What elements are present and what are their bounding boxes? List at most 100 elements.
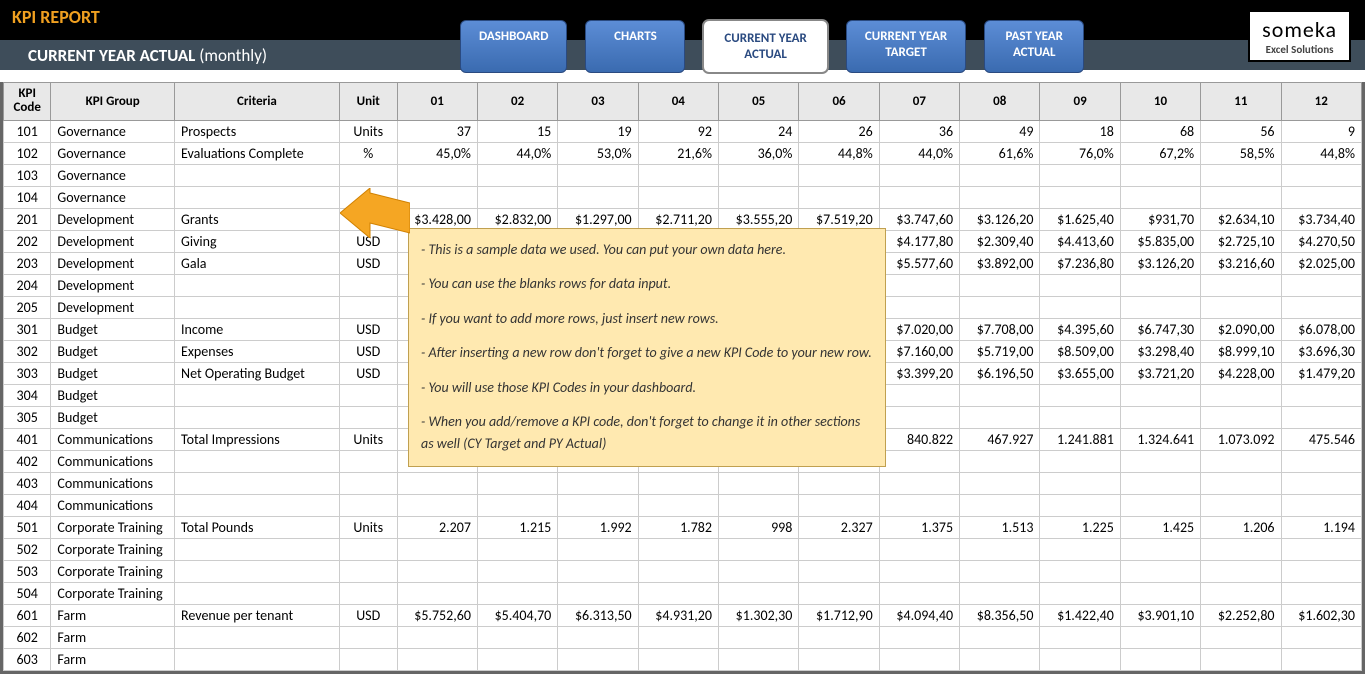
cell[interactable] (1201, 274, 1281, 296)
cell[interactable]: 103 (4, 164, 51, 186)
cell[interactable]: 36 (879, 120, 959, 142)
cell[interactable]: $2.725,10 (1201, 230, 1281, 252)
table-row[interactable]: 502Corporate Training (4, 538, 1362, 560)
cell[interactable]: 21,6% (638, 142, 718, 164)
cell[interactable]: 303 (4, 362, 51, 384)
cell[interactable] (558, 626, 638, 648)
cell[interactable] (719, 164, 799, 186)
cell[interactable] (638, 626, 718, 648)
cell[interactable]: $2.025,00 (1281, 252, 1361, 274)
cell[interactable] (1281, 384, 1361, 406)
cell[interactable]: 53,0% (558, 142, 638, 164)
cell[interactable]: $7.519,20 (799, 208, 879, 230)
cell[interactable] (960, 538, 1040, 560)
cell[interactable]: $2.090,00 (1201, 318, 1281, 340)
cell[interactable]: $4.931,20 (638, 604, 718, 626)
cell[interactable] (1040, 384, 1120, 406)
cell[interactable]: Budget (51, 340, 175, 362)
cell[interactable] (879, 406, 959, 428)
cell[interactable]: 102 (4, 142, 51, 164)
cell[interactable]: $1.712,90 (799, 604, 879, 626)
cell[interactable]: Development (51, 230, 175, 252)
cell[interactable] (960, 164, 1040, 186)
cell[interactable] (799, 472, 879, 494)
cell[interactable]: $7.160,00 (879, 340, 959, 362)
cell[interactable] (175, 538, 340, 560)
cell[interactable]: 504 (4, 582, 51, 604)
cell[interactable] (799, 626, 879, 648)
cell[interactable] (960, 274, 1040, 296)
cell[interactable] (879, 582, 959, 604)
cell[interactable] (799, 560, 879, 582)
cell[interactable] (879, 384, 959, 406)
cell[interactable] (339, 164, 397, 186)
table-row[interactable]: 103Governance (4, 164, 1362, 186)
cell[interactable]: Units (339, 120, 397, 142)
cell[interactable]: $2.832,00 (477, 208, 557, 230)
cell[interactable]: $6.747,30 (1120, 318, 1200, 340)
table-row[interactable]: 101GovernanceProspectsUnits3715199224263… (4, 120, 1362, 142)
table-row[interactable]: 503Corporate Training (4, 560, 1362, 582)
cell[interactable]: Income (175, 318, 340, 340)
cell[interactable] (1040, 164, 1120, 186)
cell[interactable]: $4.270,50 (1281, 230, 1361, 252)
cell[interactable]: $3.555,20 (719, 208, 799, 230)
cell[interactable]: $5.577,60 (879, 252, 959, 274)
cell[interactable]: Units (339, 516, 397, 538)
cell[interactable] (960, 472, 1040, 494)
cell[interactable] (175, 450, 340, 472)
cell[interactable]: Governance (51, 186, 175, 208)
cell[interactable]: 202 (4, 230, 51, 252)
cell[interactable] (175, 186, 340, 208)
cell[interactable]: 19 (558, 120, 638, 142)
cell[interactable] (638, 472, 718, 494)
cell[interactable] (1040, 626, 1120, 648)
table-row[interactable]: 404Communications (4, 494, 1362, 516)
cell[interactable]: $3.216,60 (1201, 252, 1281, 274)
cell[interactable] (799, 494, 879, 516)
table-row[interactable]: 601FarmRevenue per tenantUSD$5.752,60$5.… (4, 604, 1362, 626)
cell[interactable] (1040, 472, 1120, 494)
cell[interactable] (1120, 494, 1200, 516)
cell[interactable] (477, 560, 557, 582)
cell[interactable] (175, 494, 340, 516)
cell[interactable] (558, 538, 638, 560)
cell[interactable] (397, 164, 477, 186)
cell[interactable]: 67,2% (1120, 142, 1200, 164)
cell[interactable]: $1.302,30 (719, 604, 799, 626)
cell[interactable] (339, 406, 397, 428)
cell[interactable] (1281, 538, 1361, 560)
cell[interactable]: $3.734,40 (1281, 208, 1361, 230)
cell[interactable]: 502 (4, 538, 51, 560)
cell[interactable] (960, 406, 1040, 428)
cell[interactable] (879, 648, 959, 670)
cell[interactable]: 403 (4, 472, 51, 494)
cell[interactable] (638, 538, 718, 560)
cell[interactable] (175, 384, 340, 406)
tab-dashboard[interactable]: DASHBOARD (460, 20, 567, 73)
cell[interactable]: 1.241.881 (1040, 428, 1120, 450)
cell[interactable]: Communications (51, 494, 175, 516)
cell[interactable]: Farm (51, 648, 175, 670)
cell[interactable] (339, 626, 397, 648)
table-row[interactable]: 504Corporate Training (4, 582, 1362, 604)
cell[interactable] (719, 582, 799, 604)
cell[interactable] (719, 472, 799, 494)
cell[interactable] (879, 450, 959, 472)
tab-past-year-actual[interactable]: PAST YEARACTUAL (984, 20, 1084, 73)
cell[interactable]: 92 (638, 120, 718, 142)
cell[interactable] (1120, 384, 1200, 406)
cell[interactable]: $3.721,20 (1120, 362, 1200, 384)
cell[interactable]: $4.228,00 (1201, 362, 1281, 384)
cell[interactable] (175, 406, 340, 428)
cell[interactable] (1281, 164, 1361, 186)
cell[interactable] (960, 648, 1040, 670)
cell[interactable] (1201, 186, 1281, 208)
cell[interactable] (175, 164, 340, 186)
cell[interactable] (477, 626, 557, 648)
cell[interactable]: Net Operating Budget (175, 362, 340, 384)
cell[interactable]: 203 (4, 252, 51, 274)
cell[interactable]: 602 (4, 626, 51, 648)
tab-current-year-target[interactable]: CURRENT YEARTARGET (846, 20, 966, 73)
cell[interactable]: 1.425 (1120, 516, 1200, 538)
